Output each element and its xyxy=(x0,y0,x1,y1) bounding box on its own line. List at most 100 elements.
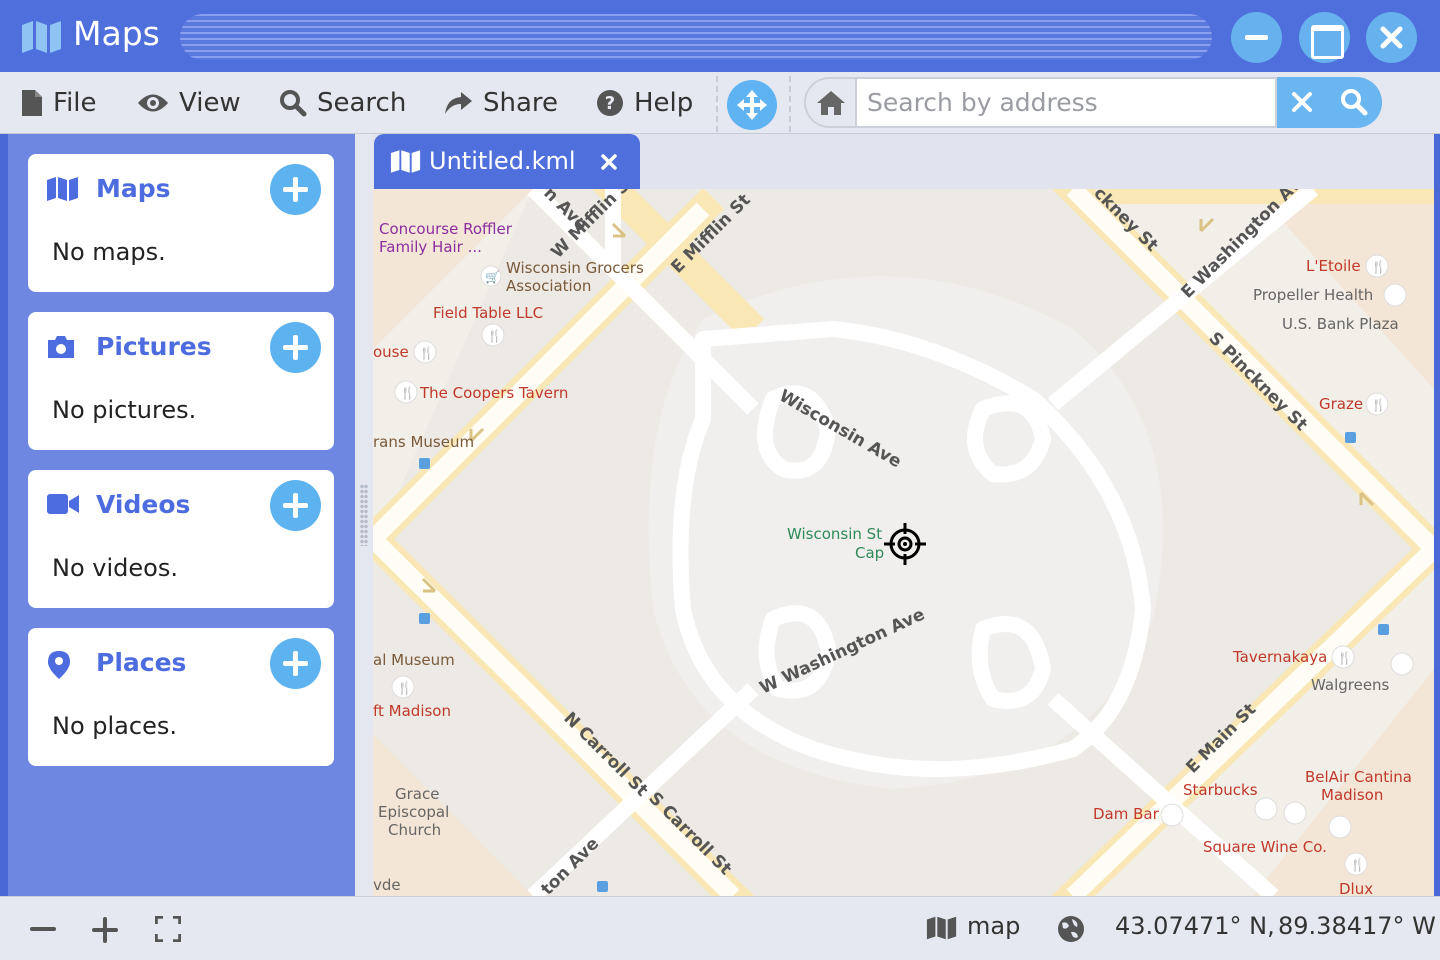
map-view[interactable]: W Mifflin St E Mifflin St E Washington A… xyxy=(373,189,1434,896)
splitter-grip xyxy=(360,484,368,546)
poi-dam-bar[interactable]: Dam Bar xyxy=(1093,805,1160,823)
menu-divider xyxy=(716,76,718,132)
clear-search-icon[interactable] xyxy=(1291,91,1313,113)
poi-capitol[interactable]: Cap xyxy=(855,544,884,562)
poi-belair-madison[interactable]: Madison xyxy=(1321,786,1383,804)
panel-title: Maps xyxy=(96,174,171,203)
menu-view-label: View xyxy=(179,88,241,118)
restaurant-icon: 🍴 xyxy=(487,329,502,343)
zoom-in-icon[interactable] xyxy=(92,917,118,943)
help-icon: ? xyxy=(597,90,623,116)
poi-wisconsin-grocers[interactable]: Wisconsin Grocers xyxy=(506,259,644,277)
maximize-button[interactable] xyxy=(1299,12,1350,63)
video-icon xyxy=(47,494,79,514)
add-video-button[interactable] xyxy=(270,480,321,531)
panel-title: Videos xyxy=(96,490,191,519)
panel-title: Pictures xyxy=(96,332,212,361)
share-icon xyxy=(445,92,472,114)
poi-belair-cantina[interactable]: BelAir Cantina xyxy=(1305,768,1412,786)
home-button[interactable] xyxy=(804,77,856,128)
map-icon xyxy=(22,21,61,53)
add-picture-button[interactable] xyxy=(270,322,321,373)
status-bar: map 43.07471° N, 89.38417° W xyxy=(0,896,1440,960)
poi-propeller-health[interactable]: Propeller Health xyxy=(1253,286,1373,304)
tab-label: Untitled.kml xyxy=(429,147,576,175)
menu-share[interactable]: Share xyxy=(443,72,558,134)
map-mode-label: map xyxy=(967,912,1021,940)
poi-wisconsin-state-capitol[interactable]: Wisconsin St xyxy=(787,525,882,543)
menu-search-label: Search xyxy=(317,88,407,118)
panel-title: Places xyxy=(96,648,187,677)
home-icon xyxy=(817,91,845,115)
add-map-button[interactable] xyxy=(270,164,321,215)
eye-icon xyxy=(138,94,168,112)
poi-grace-church-2[interactable]: Episcopal xyxy=(378,803,449,821)
menu-divider xyxy=(789,76,791,132)
poi-ouse[interactable]: ouse xyxy=(373,343,409,361)
poi-field-table[interactable]: Field Table LLC xyxy=(433,304,543,322)
search-input[interactable] xyxy=(855,77,1277,128)
map-canvas[interactable]: W Mifflin St E Mifflin St E Washington A… xyxy=(373,189,1434,896)
close-icon xyxy=(1380,26,1403,49)
app-window: Maps File View Search Share ? Help Searc… xyxy=(0,0,1440,960)
menu-help-label: Help xyxy=(634,88,694,118)
zoom-out-icon[interactable] xyxy=(30,927,56,932)
restaurant-icon: 🍴 xyxy=(1371,398,1386,412)
poi-rans-museum[interactable]: rans Museum xyxy=(373,433,474,451)
title-drag-handle[interactable] xyxy=(180,14,1212,60)
poi-ft-madison[interactable]: ft Madison xyxy=(373,702,451,720)
poi-coopers-tavern[interactable]: The Coopers Tavern xyxy=(419,384,568,402)
search-submit-icon[interactable] xyxy=(1340,88,1368,116)
shopping-cart-icon: 🛒 xyxy=(485,270,500,284)
places-panel: Places No places. xyxy=(28,628,334,766)
poi-square-wine[interactable]: Square Wine Co. xyxy=(1203,838,1327,856)
title-bar[interactable]: Maps xyxy=(0,0,1440,72)
sidebar: Maps No maps. Pictures No pictures. Vide… xyxy=(8,134,355,896)
restaurant-icon: 🍴 xyxy=(400,386,415,400)
maps-panel: Maps No maps. xyxy=(28,154,334,292)
menu-view[interactable]: View xyxy=(137,72,241,134)
poi-vde[interactable]: vde xyxy=(373,876,401,894)
menu-share-label: Share xyxy=(483,88,559,118)
poi-association[interactable]: Association xyxy=(506,277,591,295)
panel-empty-text: No videos. xyxy=(52,554,178,582)
poi-letoile[interactable]: L'Etoile xyxy=(1306,257,1361,275)
app-title: Maps xyxy=(73,14,160,53)
add-place-button[interactable] xyxy=(270,638,321,689)
poi-us-bank-plaza[interactable]: U.S. Bank Plaza xyxy=(1282,315,1399,333)
svg-text:?: ? xyxy=(605,93,615,114)
poi-dlux[interactable]: Dlux xyxy=(1339,880,1373,896)
poi-family-hair[interactable]: Family Hair ... xyxy=(379,238,482,256)
camera-icon xyxy=(48,336,74,358)
map-icon xyxy=(47,177,78,201)
close-button[interactable] xyxy=(1366,12,1417,63)
pan-button[interactable] xyxy=(727,80,777,130)
tab-untitled-kml[interactable]: Untitled.kml xyxy=(374,134,640,189)
restaurant-icon: 🍴 xyxy=(419,346,434,360)
menu-help[interactable]: ? Help xyxy=(596,72,693,134)
poi-grace-church-3[interactable]: Church xyxy=(388,821,441,839)
poi-graze[interactable]: Graze xyxy=(1319,395,1363,413)
poi-concourse-roffler[interactable]: Concourse Roffler xyxy=(379,220,513,238)
sidebar-splitter[interactable] xyxy=(355,134,373,896)
search-icon xyxy=(280,90,307,117)
minimize-button[interactable] xyxy=(1231,12,1282,63)
menu-search[interactable]: Search xyxy=(279,72,406,134)
close-tab-icon[interactable] xyxy=(600,153,618,171)
latitude-readout: 43.07471° N, xyxy=(1115,912,1275,940)
poi-starbucks[interactable]: Starbucks xyxy=(1183,781,1258,799)
videos-panel: Videos No videos. xyxy=(28,470,334,608)
pin-icon xyxy=(48,651,70,679)
poi-walgreens[interactable]: Walgreens xyxy=(1311,676,1390,694)
map-icon xyxy=(926,916,957,940)
restaurant-icon: 🍴 xyxy=(1337,651,1352,665)
menu-file-label: File xyxy=(53,88,97,118)
poi-tavernakaya[interactable]: Tavernakaya xyxy=(1232,648,1327,666)
fullscreen-icon[interactable] xyxy=(155,916,181,942)
panel-empty-text: No pictures. xyxy=(52,396,197,424)
panel-empty-text: No maps. xyxy=(52,238,166,266)
restaurant-icon: 🍴 xyxy=(1371,260,1386,274)
poi-al-museum[interactable]: al Museum xyxy=(373,651,455,669)
menu-file[interactable]: File xyxy=(21,72,97,134)
poi-grace-church-1[interactable]: Grace xyxy=(395,785,439,803)
